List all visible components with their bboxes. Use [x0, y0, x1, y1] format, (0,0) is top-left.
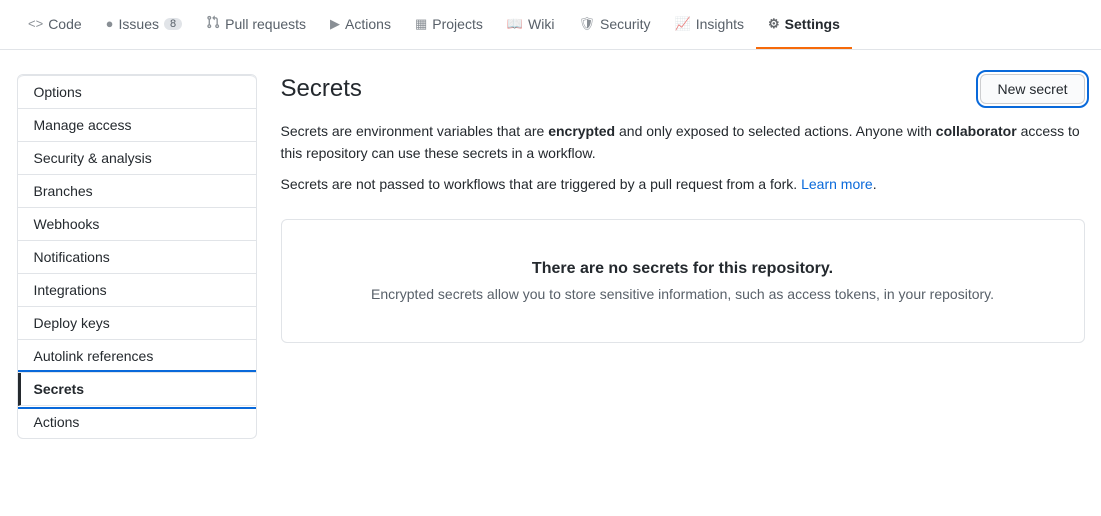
empty-state-title: There are no secrets for this repository… [306, 260, 1060, 278]
main-content: Secrets New secret Secrets are environme… [281, 74, 1085, 439]
sidebar-item-integrations[interactable]: Integrations [18, 274, 256, 307]
top-nav: <> Code ● Issues 8 Pull requests ▶ Actio… [0, 0, 1101, 50]
sidebar-item-branches[interactable]: Branches [18, 175, 256, 208]
projects-icon: ▦ [415, 16, 427, 32]
description-line-2: Secrets are not passed to workflows that… [281, 173, 1085, 195]
encrypted-bold: encrypted [548, 123, 615, 139]
nav-item-code[interactable]: <> Code [16, 0, 94, 49]
settings-icon: ⚙ [768, 16, 780, 32]
main-header: Secrets New secret [281, 74, 1085, 104]
sidebar-item-deploy-keys[interactable]: Deploy keys [18, 307, 256, 340]
actions-icon: ▶ [330, 16, 340, 32]
wiki-icon: 📖 [507, 16, 523, 32]
sidebar-menu: Options Manage access Security & analysi… [17, 74, 257, 439]
nav-item-security[interactable]: 🛡 Security [566, 0, 662, 49]
empty-state: There are no secrets for this repository… [281, 219, 1085, 343]
issues-badge: 8 [164, 18, 182, 30]
sidebar-item-manage-access[interactable]: Manage access [18, 109, 256, 142]
new-secret-button[interactable]: New secret [980, 74, 1084, 104]
nav-item-pull-requests[interactable]: Pull requests [194, 0, 318, 49]
layout: Options Manage access Security & analysi… [1, 50, 1101, 463]
pull-request-icon [206, 15, 220, 32]
description-line-1: Secrets are environment variables that a… [281, 120, 1085, 165]
sidebar-item-notifications[interactable]: Notifications [18, 241, 256, 274]
empty-state-text: Encrypted secrets allow you to store sen… [306, 286, 1060, 302]
nav-item-projects[interactable]: ▦ Projects [403, 0, 495, 49]
sidebar-item-actions[interactable]: Actions [18, 406, 256, 438]
nav-item-settings[interactable]: ⚙ Settings [756, 0, 852, 49]
nav-item-wiki[interactable]: 📖 Wiki [495, 0, 567, 49]
nav-item-issues[interactable]: ● Issues 8 [94, 0, 194, 49]
sidebar-item-security-analysis[interactable]: Security & analysis [18, 142, 256, 175]
learn-more-link[interactable]: Learn more [801, 176, 873, 192]
page-title: Secrets [281, 75, 362, 103]
nav-item-insights[interactable]: 📈 Insights [663, 0, 756, 49]
issues-icon: ● [106, 16, 114, 31]
collaborator-bold: collaborator [936, 123, 1017, 139]
nav-item-actions[interactable]: ▶ Actions [318, 0, 403, 49]
code-icon: <> [28, 16, 43, 31]
sidebar-item-secrets[interactable]: Secrets [18, 373, 256, 406]
sidebar-item-autolink-references[interactable]: Autolink references [18, 340, 256, 373]
security-icon: 🛡 [578, 16, 595, 32]
sidebar-item-webhooks[interactable]: Webhooks [18, 208, 256, 241]
insights-icon: 📈 [675, 16, 691, 32]
sidebar-item-options[interactable]: Options [18, 75, 256, 109]
sidebar: Options Manage access Security & analysi… [17, 74, 257, 439]
